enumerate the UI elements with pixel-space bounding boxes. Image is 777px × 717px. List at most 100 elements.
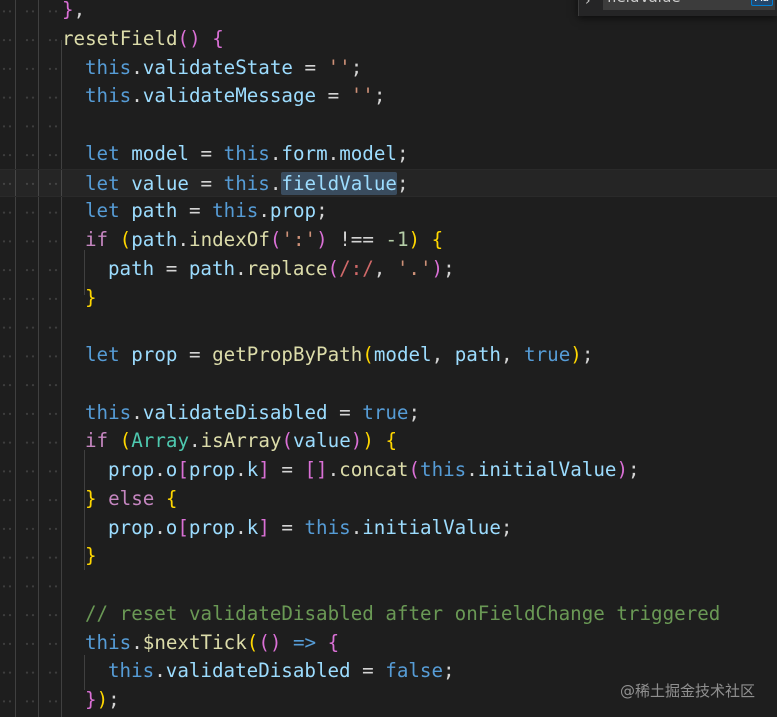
code-line[interactable]: } else { [0, 485, 777, 514]
code-token: . [177, 228, 190, 251]
code-line[interactable]: path = path.replace(/:/, '.'); [0, 255, 777, 284]
code-line-text: if (Array.isArray(value)) { [85, 427, 397, 456]
code-line[interactable]: if (path.indexOf(':') !== -1) { [0, 226, 777, 255]
code-token: isArray [200, 429, 282, 453]
code-token: prop [108, 515, 155, 539]
code-line[interactable]: let prop = getPropByPath(model, path, tr… [0, 341, 777, 370]
code-token: k [246, 515, 259, 539]
code-token: o [165, 515, 178, 539]
code-line[interactable]: if (Array.isArray(value)) { [0, 427, 777, 456]
match-case-button[interactable]: Aa [751, 0, 773, 6]
code-line[interactable]: prop.o[prop.k] = [].concat(this.initialV… [0, 456, 777, 485]
code-token: ; [443, 256, 455, 280]
code-line[interactable]: // reset validateDisabled after onFieldC… [0, 600, 777, 629]
code-token: ; [396, 171, 409, 195]
code-token: this [420, 458, 467, 481]
code-token: /:/ [339, 256, 374, 280]
code-line[interactable] [0, 370, 777, 399]
code-token: if [85, 429, 109, 453]
code-lines[interactable]: }, resetField() {this.validateState = '';… [0, 0, 777, 715]
code-token: this [223, 141, 270, 165]
code-token: . [131, 630, 143, 654]
code-token: ) [408, 228, 421, 251]
code-token: , [373, 256, 397, 280]
code-token: ( [258, 630, 270, 654]
code-token: ) [362, 429, 374, 453]
code-token: '' [327, 55, 351, 79]
find-input[interactable]: fieldValue [603, 0, 775, 10]
code-token: } [62, 0, 74, 21]
chevron-right-icon[interactable]: › [585, 0, 599, 12]
code-token: this [85, 400, 132, 424]
code-line[interactable]: resetField() { [0, 25, 777, 54]
code-token: ) [570, 343, 582, 366]
code-token: // reset validateDisabled after onFieldC… [85, 601, 721, 625]
code-line[interactable]: this.$nextTick(() => { [0, 629, 777, 658]
code-line[interactable] [0, 111, 777, 140]
code-token: . [235, 458, 247, 481]
code-line[interactable]: } [0, 284, 777, 313]
code-token: ; [443, 659, 455, 683]
code-token: = [154, 256, 189, 280]
code-token: ) [316, 228, 328, 251]
code-token: . [466, 458, 478, 481]
code-token: } [85, 285, 97, 309]
code-token: $nextTick [142, 630, 247, 654]
code-token: model [339, 141, 397, 165]
code-token: model [373, 343, 432, 366]
code-token: . [235, 256, 247, 280]
code-token: ':' [281, 228, 317, 251]
code-line[interactable]: this.validateMessage = ''; [0, 82, 777, 111]
code-token: = [188, 141, 224, 165]
code-token: ) [96, 688, 109, 711]
code-token: resetField [62, 26, 178, 50]
code-token: Array [131, 429, 189, 453]
code-line[interactable]: this.validateDisabled = true; [0, 399, 777, 428]
code-token: initialValue [362, 515, 501, 539]
code-line-text: path = path.replace(/:/, '.'); [108, 255, 455, 284]
code-line-text: let value = this.fieldValue; [85, 170, 409, 199]
code-token: . [154, 659, 166, 683]
code-token: this [108, 659, 155, 683]
code-token: let [85, 343, 120, 366]
code-token: ( [119, 429, 132, 453]
code-token: . [269, 171, 282, 195]
code-token: ] [258, 515, 270, 539]
code-line-text: prop.o[prop.k] = this.initialValue; [108, 514, 512, 543]
code-token: form [281, 141, 328, 165]
code-token: let [85, 171, 120, 195]
code-token: k [246, 458, 259, 481]
code-token: '' [350, 84, 374, 108]
watermark: @稀土掘金技术社区 [619, 682, 755, 700]
code-editor[interactable]: }, resetField() {this.validateState = '';… [0, 0, 777, 717]
code-token: ) [269, 630, 282, 654]
code-token: ) [189, 26, 201, 50]
code-line[interactable]: this.validateState = ''; [0, 54, 777, 83]
code-token: } [85, 544, 97, 568]
code-line[interactable] [0, 571, 777, 600]
code-token: = [269, 458, 305, 481]
code-token: } [85, 688, 97, 711]
find-widget[interactable]: › fieldValue Aa [578, 0, 777, 16]
code-token: this [85, 55, 132, 79]
code-line[interactable]: let path = this.prop; [0, 197, 777, 226]
code-line[interactable] [0, 312, 777, 341]
code-token: . [327, 458, 340, 481]
code-token: . [131, 400, 143, 424]
code-token: path [188, 256, 236, 280]
code-line[interactable]: let model = this.form.model; [0, 140, 777, 169]
code-line-text: // reset validateDisabled after onFieldC… [85, 600, 720, 629]
code-token: ( [362, 343, 374, 366]
code-line-text: if (path.indexOf(':') !== -1) { [85, 226, 443, 255]
code-token: ] [258, 458, 270, 481]
code-token: let [85, 199, 120, 223]
code-token: ; [350, 55, 363, 79]
code-line[interactable]: let value = this.fieldValue; [0, 168, 777, 199]
code-line[interactable]: } [0, 542, 777, 571]
code-line[interactable]: prop.o[prop.k] = this.initialValue; [0, 514, 777, 543]
